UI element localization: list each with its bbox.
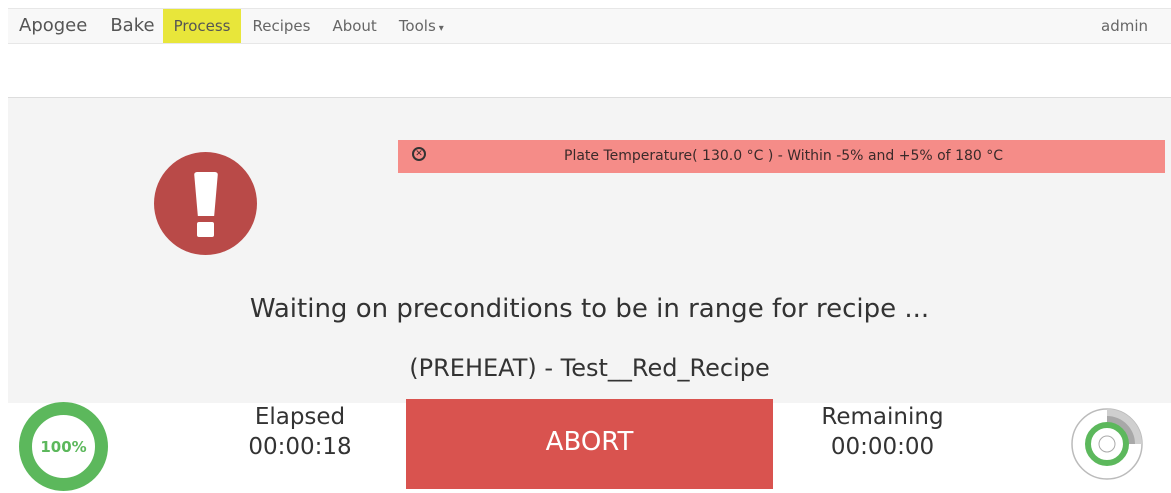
brand-bake[interactable]: Bake [98,8,162,44]
precondition-alert: ✕ Plate Temperature( 130.0 °C ) - Within… [398,140,1165,173]
exclamation-circle-icon [154,152,257,255]
nav-tools[interactable]: Tools ▾ [388,9,455,43]
remaining-label: Remaining [821,404,944,430]
circle-x-icon[interactable]: ✕ [412,147,426,161]
process-panel: ✕ Plate Temperature( 130.0 °C ) - Within… [8,97,1171,403]
status-message: Waiting on preconditions to be in range … [249,294,930,324]
progress-label: 100% [40,438,86,456]
nav-tools-label: Tools [398,17,436,35]
caret-down-icon: ▾ [438,23,444,34]
user-menu[interactable]: admin [1101,17,1171,35]
elapsed-label: Elapsed [254,404,346,430]
nav-recipes[interactable]: Recipes [241,9,321,43]
remaining-value: 00:00:00 [830,434,935,460]
recipe-name: (PREHEAT) - Test__Red_Recipe [409,354,770,382]
stage-gauge-icon [1071,408,1143,480]
brand-apogee[interactable]: Apogee [8,8,98,44]
remaining-timer: Remaining 00:00:00 [800,402,965,462]
nav-about[interactable]: About [321,9,387,43]
elapsed-value: 00:00:18 [248,434,352,460]
nav-process[interactable]: Process [162,9,242,43]
progress-ring: 100% [19,402,108,491]
navbar: Apogee Bake Process Recipes About Tools ▾… [8,8,1171,44]
abort-button[interactable]: ABORT [406,399,773,489]
elapsed-timer: Elapsed 00:00:18 [220,402,380,462]
alert-text: Plate Temperature( 130.0 °C ) - Within -… [564,148,1004,164]
